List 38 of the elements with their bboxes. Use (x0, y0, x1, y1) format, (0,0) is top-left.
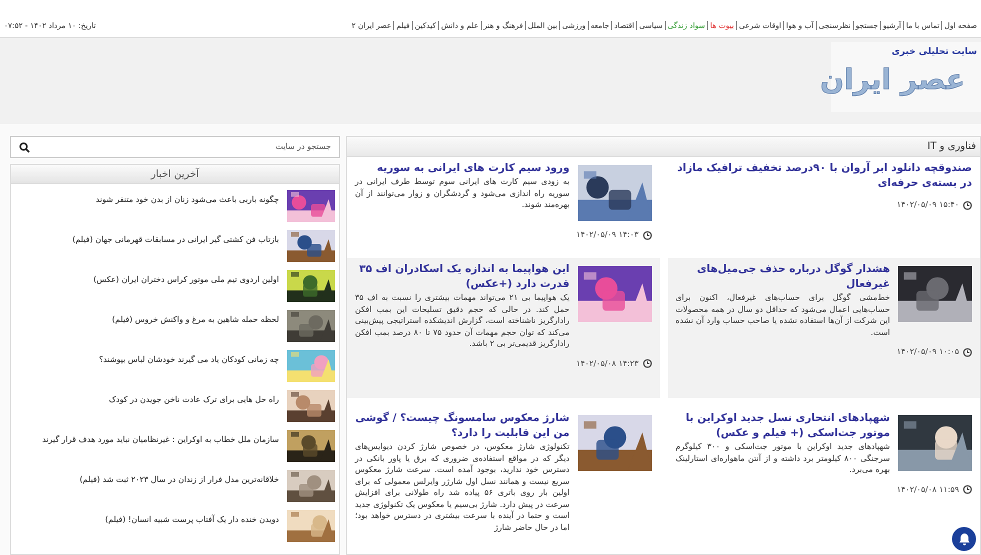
news-link[interactable]: چه زمانی کودکان یاد می گیرند خودشان لباس بپوشند؟ (99, 354, 279, 366)
search-placeholder: جستجو در سایت (275, 141, 331, 153)
search-icon (19, 142, 30, 152)
news-link[interactable]: دویدن خنده دار یک آفتاب پرست شبیه انسان! (فیلم) (105, 514, 279, 526)
news-link[interactable]: لحظه حمله شاهین به مرغ و واکنش خروس (فیلم) (112, 314, 279, 326)
news-link[interactable]: خلاقانه‌ترین مدل فرار از زندان در سال ۲۰۲۳ ثبت شد (فیلم) (80, 474, 279, 486)
news-summary: به زودی سیم کارت های ایرانی سوم توسط طرف ایرانی در سوریه راه اندازی می‌شود و گردشگران و زوار می‌توانند از آن بهره‌مند شوند. (355, 176, 570, 210)
logo-text: عصر ایران (820, 62, 965, 98)
section-title: فناوری و IT (927, 140, 976, 154)
news-title[interactable]: شهپادهای انتحاری نسل جدید اوکراین با موتور جت‌اسکی (+ فیلم و عکس) (676, 411, 890, 441)
news-link[interactable]: اولین اردوی تیم ملی موتور کراس دختران ایران (عکس) (93, 274, 279, 286)
news-summary: خط‌مشی گوگل برای حساب‌های غیرفعال، اکنون برای حساب‌هایی اعمال می‌شود که حداقل دو سال در همه محصولات این شرکت از آن‌ها استفاده نشده یا صاحب حساب وارد آن نشده است. (676, 292, 890, 338)
news-link[interactable]: سازمان ملل خطاب به اوکراین : غیرنظامیان نباید مورد هدف قرار گیرند (42, 434, 279, 446)
news-title[interactable]: شارژ معکوس سامسونگ چیست؟ / گوشی من این قابلیت را دارد؟ (355, 411, 570, 441)
news-link[interactable]: بازتاب فن کشتی گیر ایرانی در مسابقات قهرمانی جهان (فیلم) (72, 234, 279, 246)
search-field[interactable]: جستجو در سایت (10, 136, 340, 158)
news-title[interactable]: ورود سیم کارت های ایرانی به سوریه (355, 161, 570, 176)
news-title[interactable]: صندوقچه دانلود ابر آروان با ۹۰درصد تخفیف ترافیک مازاد در بسته‌ی حرفه‌ای (676, 161, 972, 191)
news-link[interactable]: چگونه باربی باعث می‌شود زنان از بدن خود متنفر شوند (96, 194, 279, 206)
clock-icon (963, 200, 972, 210)
clock-icon (963, 485, 972, 494)
news-summary: تکنولوژی شارژ معکوس، در خصوص شارژ کردن دیوایس‌های دیگر که در مواقع استفاده‌ی ضروری که برق یا پاور بانکی در دسترس خود ندارید، بوجود آمده است. سرعت شارژ معکوس سریع نیست و همانند نسل اول شارژر وایرلس معمولی که برای اولین بار روی باتری ۵۶ پیاده شد راه طولانی برای افزایش سرعت در پیش دارد. شارژ بی‌سیم یا معکوس یک تکنولوژی جدید است و حتما در آینده با سرعت بیشتری در دسترس خواهد بود؛ اما در حال حاضر شارژ (355, 441, 570, 533)
news-title[interactable]: هشدار گوگل درباره حذف جی‌میل‌های غیرفعال (676, 262, 890, 292)
news-summary: یک هواپیما بی ۲۱ می‌تواند مهمات بیشتری را نسبت به اف ۳۵ حمل کند. در حالی که حجم دقیق تسلیحات این بمب افکن رادارگریز ناشناخته است، گزارش اندیشکده استراتیجی پیش‌بینی می‌کند که توان حجم مهمات آن حدود ۷۵ تا ۸۰ درصد بمب افکن رادارگریز قدیمی‌تر بی ۲ باشد. (355, 292, 570, 350)
clock-icon (642, 359, 652, 368)
news-date: ۱۵:۴۰ ۱۴۰۲/۰۵/۰۹ (896, 199, 959, 211)
bell-icon (958, 532, 970, 546)
news-date: ۱۰:۰۵ ۱۴۰۲/۰۵/۰۹ (896, 346, 959, 358)
news-summary: شهپادهای جدید اوکراین با موتور جت‌اسکی و ۳۰۰ کیلوگرم سرجنگی ۸۰۰ کیلومتر برد داشته و از آنتن ماهواره‌ای استارلینک بهره می‌برد. (676, 441, 890, 476)
logo-tagline: سایت تحلیلی خبری (892, 46, 977, 59)
news-date: ۱۴:۲۳ ۱۴۰۲/۰۵/۰۸ (576, 358, 638, 370)
news-link[interactable]: راه حل هایی برای ترک عادت ناخن جویدن در کودک (108, 394, 279, 406)
news-date: ۱۴:۰۳ ۱۴۰۲/۰۵/۰۹ (576, 229, 638, 241)
news-title[interactable]: این هواپیما به اندازه یک اسکادران اف ۳۵ قدرت دارد (+عکس) (355, 262, 570, 292)
clock-icon (963, 348, 972, 356)
news-date: ۱۱:۵۹ ۱۴۰۲/۰۵/۰۸ (896, 484, 959, 496)
panel-title: آخرین اخبار (151, 166, 199, 182)
clock-icon (642, 230, 652, 240)
